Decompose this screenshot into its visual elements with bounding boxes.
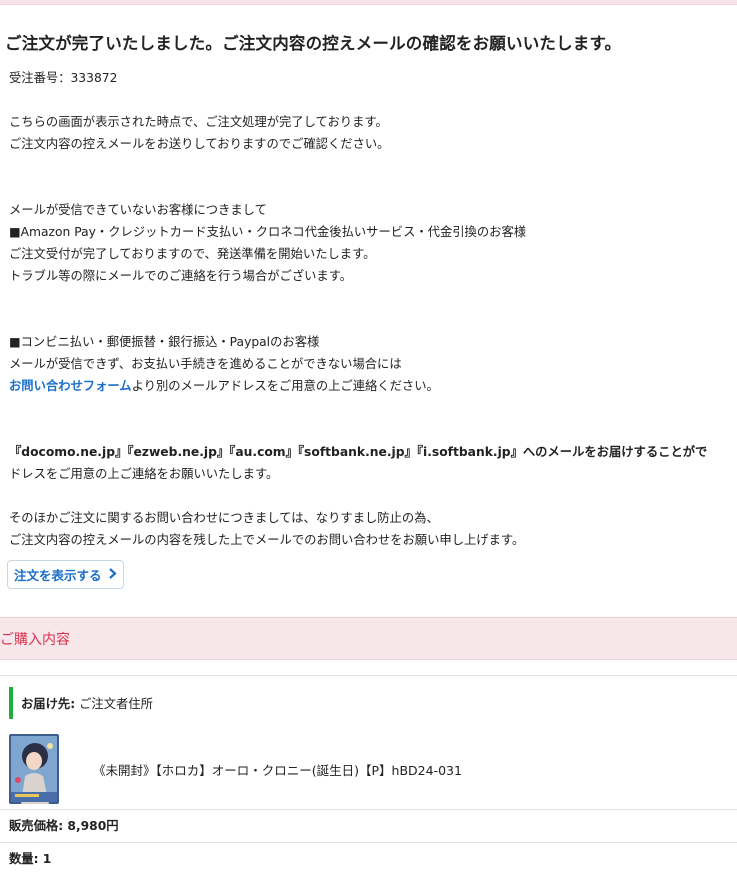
- purchase-section-header: ご購入内容: [0, 617, 737, 660]
- contact-line: お問い合わせフォームより別のメールアドレスをご用意の上ご連絡ください。: [5, 375, 737, 397]
- item-name[interactable]: 《未開封》【ホロカ】オーロ・クロニー(誕生日)【P】hBD24-031: [93, 760, 462, 779]
- main-content: ご注文が完了いたしました。ご注文内容の控えメールの確認をお願いいたします。 受注…: [0, 30, 737, 589]
- other-inquiries-line-1: そのほかご注文に関するお問い合わせにつきましては、なりすまし防止の為、: [9, 511, 439, 525]
- contact-form-link[interactable]: お問い合わせフォーム: [9, 379, 132, 393]
- delivery-info: お届け先: ご注文者住所: [9, 687, 153, 719]
- green-accent-bar: [9, 687, 13, 719]
- intro-line-1: こちらの画面が表示された時点で、ご注文処理が完了しております。: [9, 115, 388, 129]
- item-quantity: 数量: 1: [0, 842, 737, 875]
- delivery-label: お届け先:: [21, 697, 76, 711]
- amazon-pay-line-1: ご注文受付が完了しておりますので、発送準備を開始いたします。: [9, 247, 376, 261]
- item-thumbnail[interactable]: [9, 734, 59, 804]
- other-inquiries-line-2: ご注文内容の控えメールの内容を残した上でメールでのお問い合わせをお願い申し上げま…: [9, 533, 525, 547]
- carrier-notice-line: ドレスをご用意の上ご連絡をお願いいたします。: [9, 467, 279, 481]
- show-order-button[interactable]: 注文を表示する: [7, 560, 124, 589]
- carrier-notice-bold: 『docomo.ne.jp』『ezweb.ne.jp』『au.com』『soft…: [9, 445, 708, 459]
- chevron-right-icon: [108, 567, 117, 582]
- top-bar: [0, 0, 737, 5]
- show-order-label: 注文を表示する: [14, 568, 102, 583]
- purchase-section-title: ご購入内容: [0, 632, 70, 648]
- intro-line-2: ご注文内容の控えメールをお送りしておりますのでご確認ください。: [9, 137, 390, 151]
- purchased-item: 《未開封》【ホロカ】オーロ・クロニー(誕生日)【P】hBD24-031: [9, 734, 462, 804]
- purchase-card: お届け先: ご注文者住所 《未開封》【ホロカ】オーロ・クロニー(誕生日)【P】h…: [0, 675, 737, 866]
- contact-suffix: より別のメールアドレスをご用意の上ご連絡ください。: [131, 379, 439, 393]
- delivery-value: ご注文者住所: [79, 697, 153, 711]
- amazon-pay-line-2: トラブル等の際にメールでのご連絡を行う場合がございます。: [9, 269, 353, 283]
- convenience-header: ■コンビニ払い・郵便振替・銀行振込・Paypalのお客様: [9, 335, 320, 349]
- convenience-line: メールが受信できず、お支払い手続きを進めることができない場合には: [9, 357, 402, 371]
- order-number: 受注番号：333872: [9, 71, 118, 85]
- amazon-pay-header: ■Amazon Pay・クレジットカード支払い・クロネコ代金後払いサービス・代金…: [9, 225, 527, 239]
- page-title: ご注文が完了いたしました。ご注文内容の控えメールの確認をお願いいたします。: [5, 34, 622, 53]
- item-price: 販売価格: 8,980円: [0, 809, 737, 842]
- no-mail-title: メールが受信できていないお客様につきまして: [9, 203, 267, 217]
